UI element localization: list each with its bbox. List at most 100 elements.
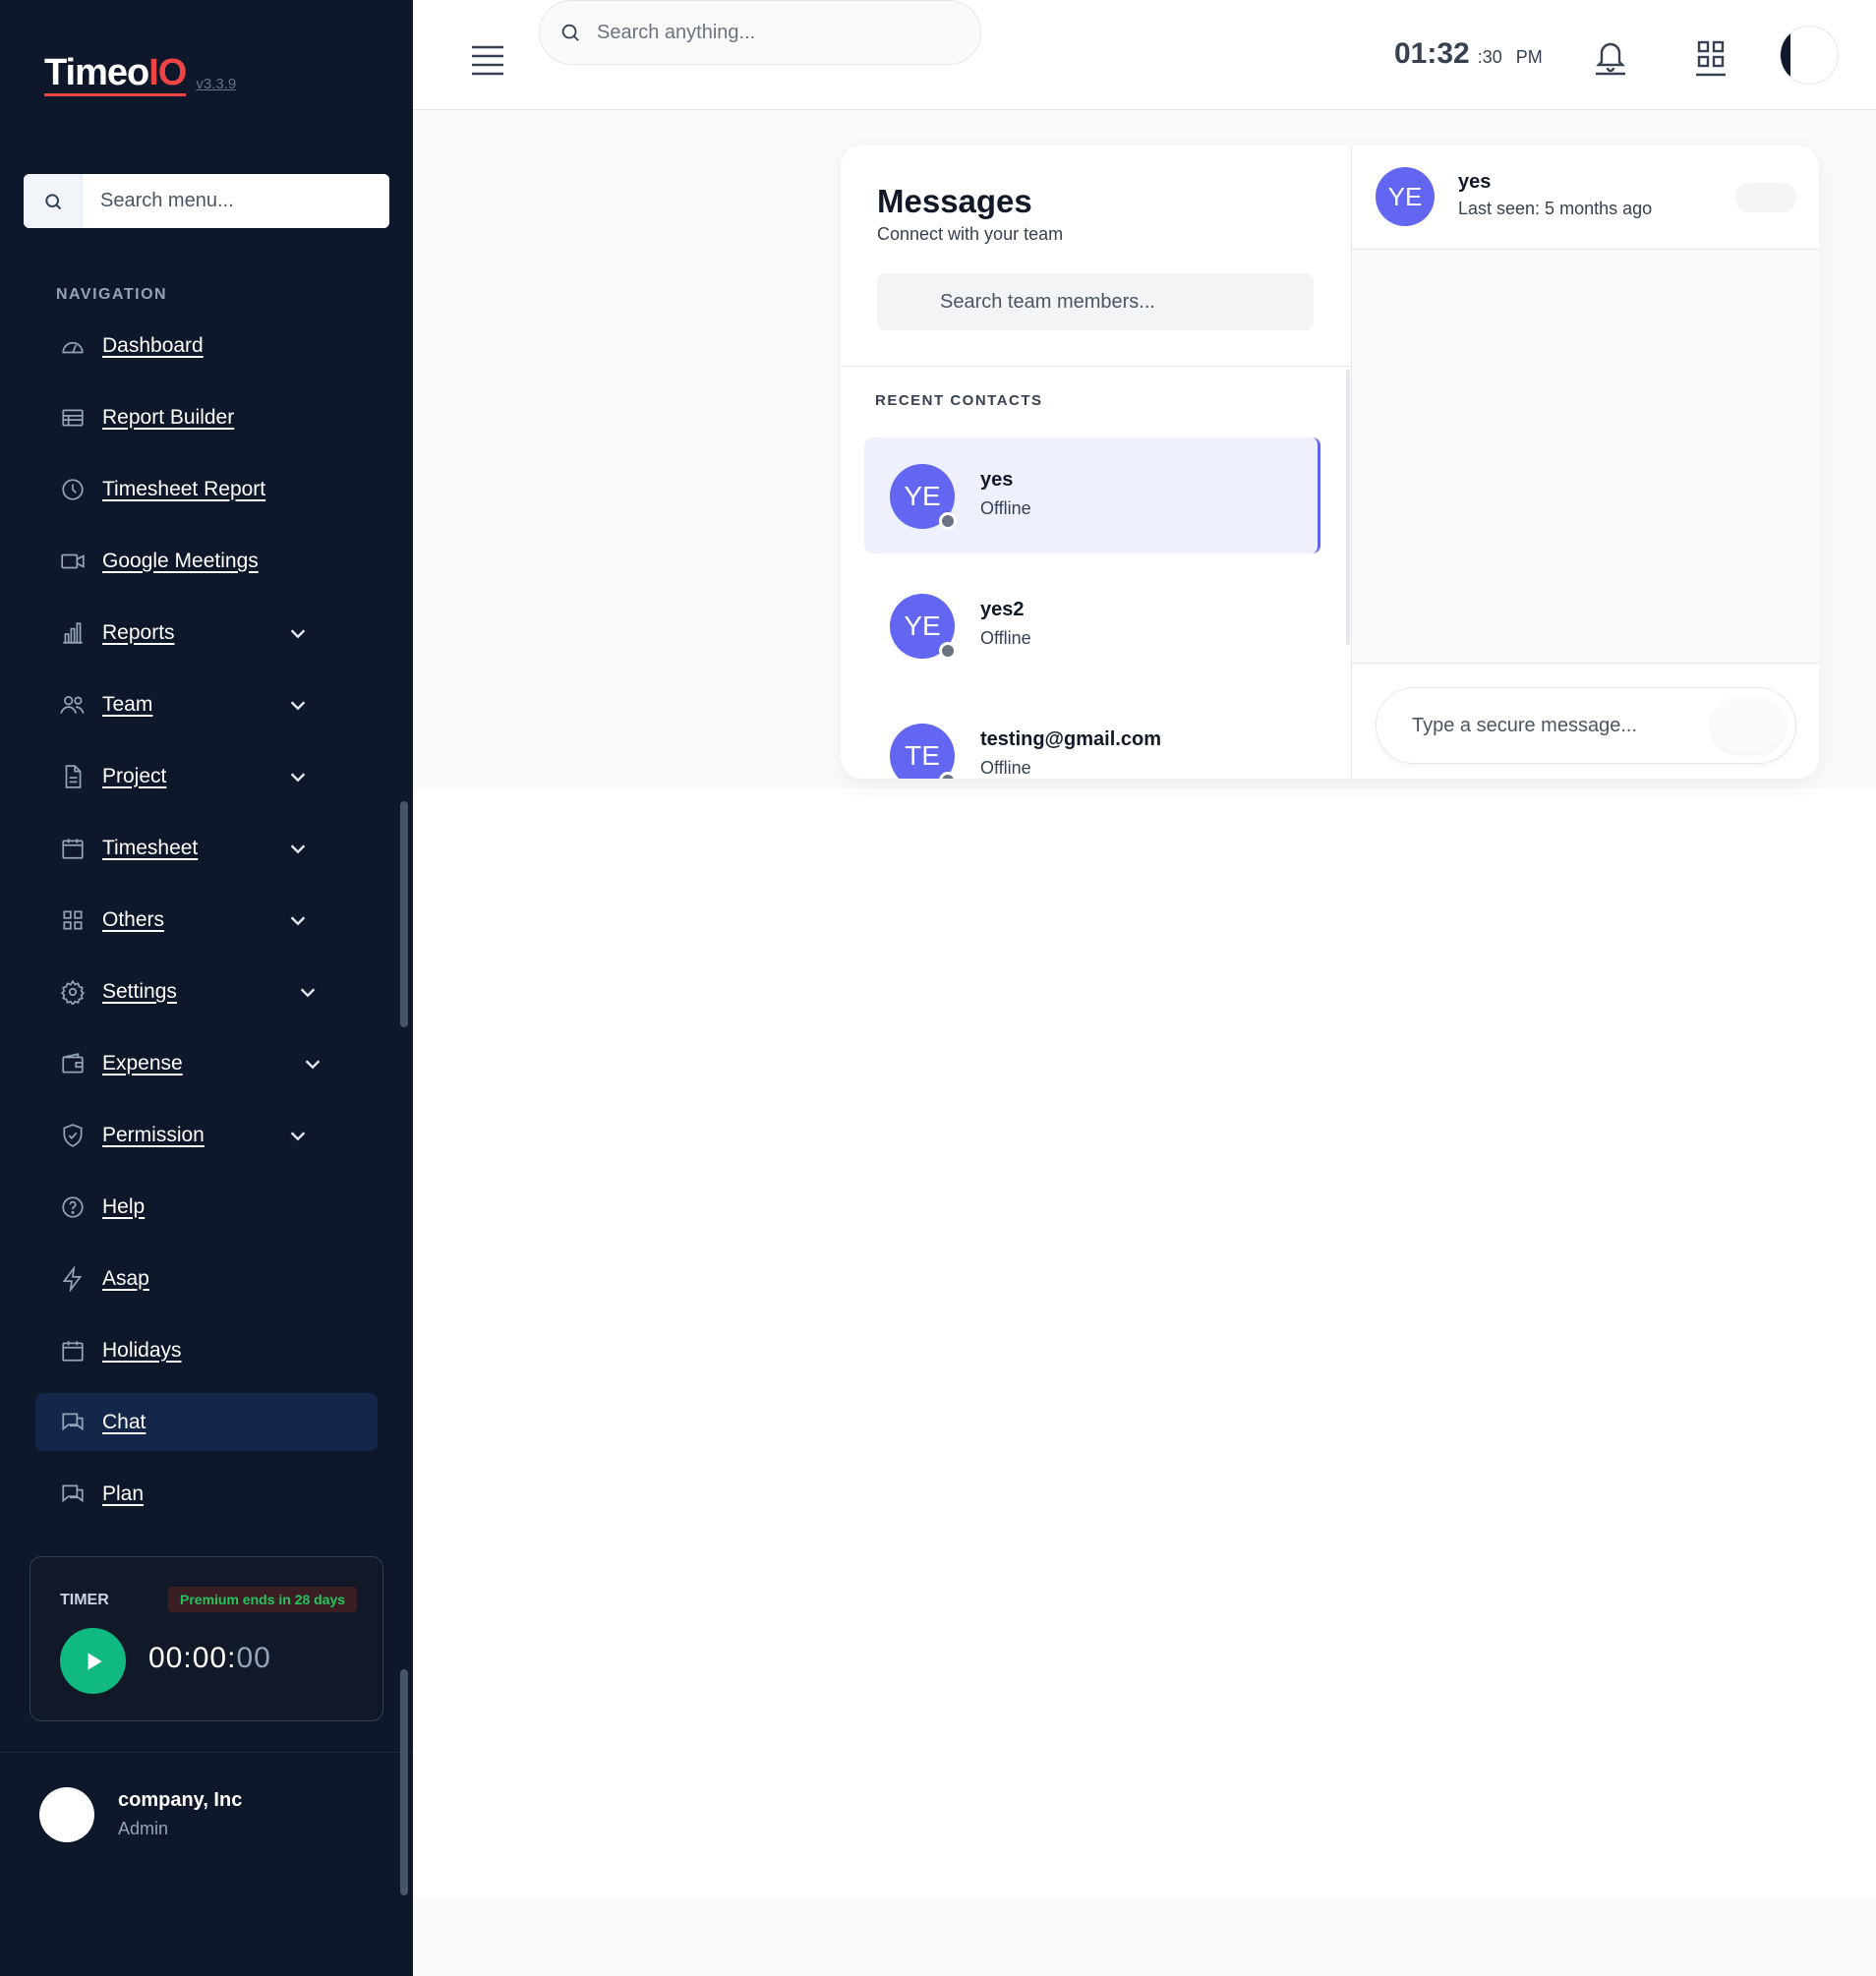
sidebar-item-others[interactable]: Others [35,891,378,949]
chevron-down-icon[interactable] [287,766,309,787]
contact-status: Offline [980,628,1031,648]
page-title: Messages [877,183,1032,219]
chevron-down-icon[interactable] [287,694,309,716]
messages-panel: Messages Connect with your team RECENT C… [841,145,1819,779]
apps-grid-icon[interactable] [1693,37,1729,77]
chat-icon [59,1481,87,1508]
sidebar-item-plan[interactable]: Plan [35,1465,378,1523]
divider [0,1752,413,1753]
sidebar-item-timesheet[interactable]: Timesheet [35,819,378,877]
timer-display: 00:00:00 [148,1642,271,1674]
chat-contact-name: yes [1458,171,1492,193]
contact-name: yes [980,469,1014,491]
status-dot [939,512,957,530]
contact-avatar: TE [890,724,955,779]
contact-status: Offline [980,498,1031,518]
company-name: company, Inc [118,1789,243,1811]
chevron-down-icon[interactable] [302,1053,323,1075]
chevron-down-icon[interactable] [287,622,309,644]
chat-messages-area [1352,250,1819,663]
status-dot [939,642,957,660]
search-icon [561,24,579,41]
chat-header: YE yes Last seen: 5 months ago [1352,145,1819,250]
sidebar-item-google-meetings[interactable]: Google Meetings [35,532,378,590]
menu-search-input[interactable] [83,174,389,228]
premium-badge: Premium ends in 28 days [168,1587,358,1612]
global-search [539,0,981,65]
chevron-down-icon[interactable] [287,838,309,859]
message-input-wrapper [1376,687,1796,764]
nav-section-label: NAVIGATION [56,286,168,303]
sidebar-item-report-builder[interactable]: Report Builder [35,388,378,446]
app-logo[interactable]: TimeoIO v3.3.9 [44,54,236,96]
sidebar-scrollbar[interactable] [400,801,408,1027]
sidebar-item-project[interactable]: Project [35,747,378,805]
chevron-down-icon[interactable] [287,909,309,931]
sidebar-item-holidays[interactable]: Holidays [35,1321,378,1379]
sidebar-item-team[interactable]: Team [35,675,378,733]
timer-label: TIMER [60,1592,109,1608]
sidebar-item-expense[interactable]: Expense [35,1034,378,1092]
timer-play-button[interactable] [60,1628,126,1694]
sidebar: TimeoIO v3.3.9 NAVIGATION Dashboard Repo… [0,0,413,1976]
chat-options-button[interactable] [1735,183,1796,212]
calendar-icon [59,1337,87,1365]
play-icon [88,1652,102,1670]
sidebar-scrollbar-lower[interactable] [400,1669,408,1895]
sidebar-item-dashboard[interactable]: Dashboard [35,317,378,375]
contact-name: testing@gmail.com [980,728,1161,750]
chat-pane: YE yes Last seen: 5 months ago [1352,145,1819,779]
search-icon [24,174,83,228]
chevron-down-icon[interactable] [287,1125,309,1146]
menu-search [24,174,389,228]
clock-seconds: :30 [1477,47,1502,67]
users-icon [59,691,87,719]
last-seen: Last seen: 5 months ago [1458,199,1653,218]
contact-name: yes2 [980,599,1025,620]
send-button[interactable] [1711,698,1786,753]
sidebar-item-settings[interactable]: Settings [35,962,378,1020]
logo-text: TimeoIO [44,54,187,96]
chat-icon [59,1409,87,1436]
chat-avatar: YE [1376,167,1435,226]
hamburger-menu-icon[interactable] [470,41,505,77]
clock-circle-icon [59,476,87,503]
contact-item[interactable]: YE yes Offline [864,437,1320,553]
user-avatar[interactable] [1780,26,1839,85]
contacts-pane: Messages Connect with your team RECENT C… [841,145,1352,779]
sidebar-item-timesheet-report[interactable]: Timesheet Report [35,460,378,518]
company-role: Admin [118,1819,169,1838]
video-camera-icon [59,548,87,575]
shield-check-icon [59,1122,87,1149]
page-subtitle: Connect with your team [877,224,1064,244]
chevron-down-icon[interactable] [297,981,319,1003]
company-avatar[interactable] [39,1787,94,1842]
calendar-icon [59,835,87,862]
global-search-input[interactable] [597,21,951,44]
contacts-scrollbar[interactable] [1346,370,1350,645]
gauge-icon [59,332,87,360]
sidebar-item-asap[interactable]: Asap [35,1250,378,1308]
sidebar-item-reports[interactable]: Reports [35,604,378,662]
contact-item[interactable]: TE testing@gmail.com Offline [864,697,1320,779]
grid-icon [59,906,87,934]
header-clock: 01:32 :30 PM [1394,37,1543,71]
contact-status: Offline [980,758,1031,778]
question-circle-icon [59,1193,87,1221]
bar-chart-icon [59,619,87,647]
top-header: 01:32 :30 PM [413,0,1876,110]
sidebar-item-help[interactable]: Help [35,1178,378,1236]
message-input[interactable] [1412,708,1707,743]
sidebar-item-chat[interactable]: Chat [35,1393,378,1451]
table-icon [59,404,87,432]
recent-contacts-label: RECENT CONTACTS [875,392,1043,409]
sidebar-item-permission[interactable]: Permission [35,1106,378,1164]
document-icon [59,763,87,790]
footer-strip [413,1897,1876,1976]
app-version[interactable]: v3.3.9 [196,76,236,92]
wallet-icon [59,1050,87,1077]
bell-icon[interactable] [1593,36,1628,76]
contact-item[interactable]: YE yes2 Offline [864,567,1320,683]
team-search-input[interactable] [877,273,1314,330]
lightning-icon [59,1265,87,1293]
